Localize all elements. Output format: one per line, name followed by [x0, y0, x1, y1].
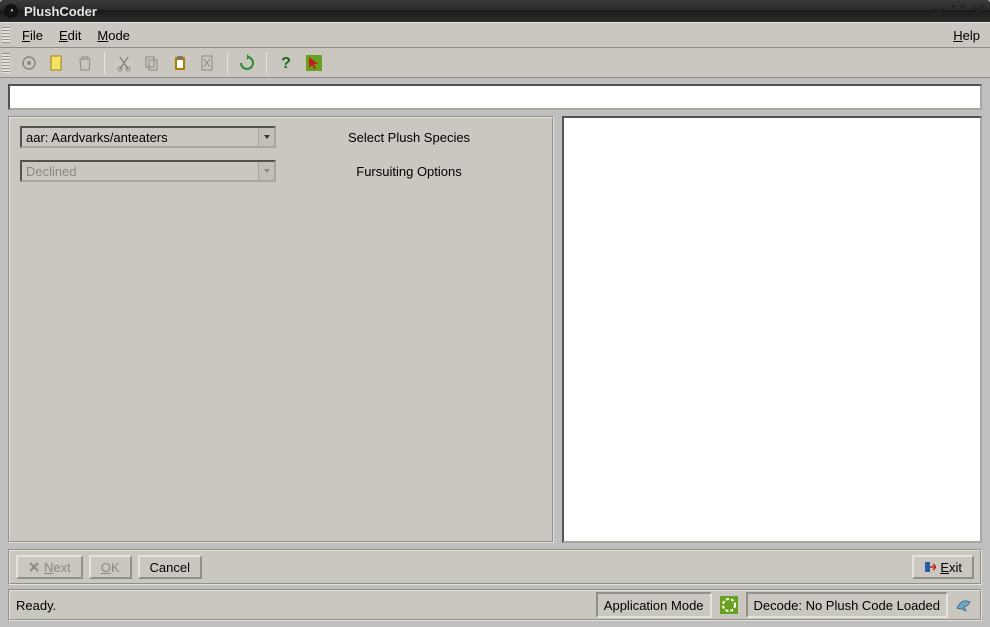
help-icon[interactable]: ? [273, 50, 299, 76]
minimize-button[interactable] [930, 3, 946, 19]
status-ready: Ready. [16, 598, 590, 613]
status-mode-label: Application Mode [596, 592, 712, 618]
title-bar: ◔ PlushCoder [0, 0, 990, 22]
menu-help[interactable]: Help [945, 23, 988, 47]
menu-bar: File Edit Mode Help [0, 22, 990, 48]
exit-button[interactable]: Exit [912, 555, 974, 579]
species-caption: Select Plush Species [276, 130, 542, 145]
fursuiting-dropdown: Declined [20, 160, 276, 182]
code-input[interactable] [8, 84, 982, 110]
settings-icon[interactable] [16, 50, 42, 76]
cancel-button[interactable]: Cancel [138, 555, 202, 579]
options-panel: aar: Aardvarks/anteaters Select Plush Sp… [8, 116, 554, 543]
clear-icon[interactable] [195, 50, 221, 76]
ok-button: OK [89, 555, 132, 579]
dolphin-icon [954, 594, 974, 617]
species-selected: aar: Aardvarks/anteaters [22, 130, 258, 145]
toolbar-grip [2, 53, 10, 73]
refresh-icon[interactable] [234, 50, 260, 76]
status-decode: Decode: No Plush Code Loaded [746, 592, 948, 618]
app-icon: ◔ [4, 4, 18, 18]
paste-icon[interactable] [167, 50, 193, 76]
chevron-down-icon [258, 128, 274, 146]
menu-edit[interactable]: Edit [51, 23, 89, 47]
copy-icon[interactable] [139, 50, 165, 76]
menu-mode[interactable]: Mode [89, 23, 138, 47]
species-dropdown[interactable]: aar: Aardvarks/anteaters [20, 126, 276, 148]
exit-icon [924, 561, 936, 573]
next-button: Next [16, 555, 83, 579]
fursuiting-caption: Fursuiting Options [276, 164, 542, 179]
chevron-down-icon [258, 162, 274, 180]
menu-file[interactable]: File [14, 23, 51, 47]
status-bar: Ready. Application Mode Decode: No Plush… [8, 589, 982, 621]
maximize-button[interactable] [950, 3, 966, 19]
cancel-label: Cancel [150, 560, 190, 575]
toolbar: ? [0, 48, 990, 78]
svg-text:?: ? [281, 55, 291, 72]
close-button[interactable] [970, 3, 986, 19]
menubar-grip [2, 27, 10, 43]
cut-icon[interactable] [111, 50, 137, 76]
new-file-icon[interactable] [44, 50, 70, 76]
pointer-icon[interactable] [301, 50, 327, 76]
fursuiting-selected: Declined [22, 164, 258, 179]
trash-icon[interactable] [72, 50, 98, 76]
cancel-x-icon [28, 561, 40, 573]
mode-icon [718, 594, 740, 616]
main-area: aar: Aardvarks/anteaters Select Plush Sp… [8, 116, 982, 543]
window-title: PlushCoder [24, 4, 97, 19]
preview-panel [562, 116, 982, 543]
button-bar: Next OK Cancel Exit [8, 549, 982, 585]
